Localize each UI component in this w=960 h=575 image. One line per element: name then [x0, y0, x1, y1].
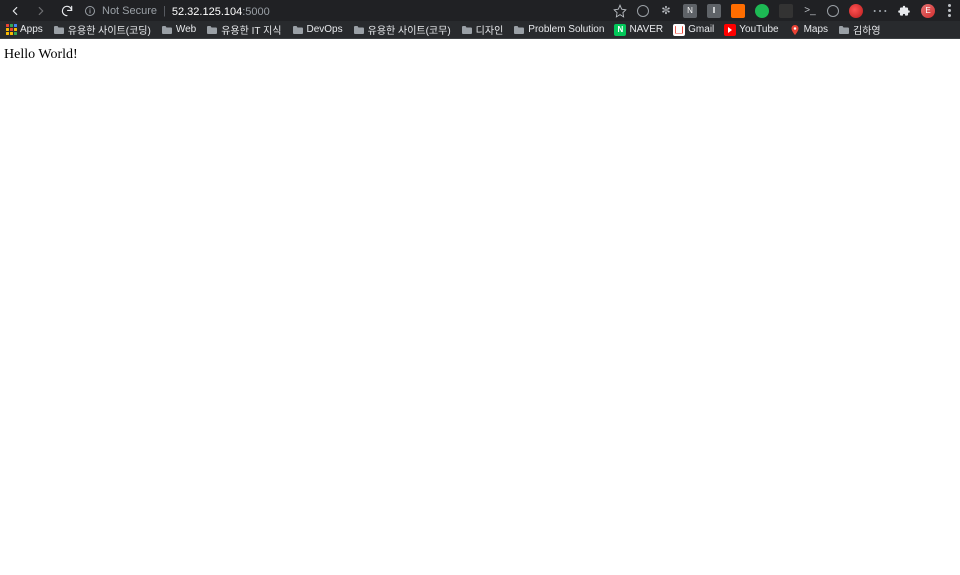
extension-icon[interactable] [827, 5, 839, 17]
folder-icon [513, 25, 525, 35]
folder-icon [353, 25, 365, 35]
security-status: Not Secure [102, 5, 157, 17]
extension-icon[interactable] [779, 4, 793, 18]
forward-button[interactable] [34, 4, 48, 18]
extension-icon[interactable] [731, 4, 745, 18]
bookmark-label: 유용한 IT 지식 [221, 22, 281, 37]
folder-icon [461, 25, 473, 35]
extensions-puzzle-icon[interactable] [897, 4, 911, 18]
folder-icon [206, 25, 218, 35]
url-text: 52.32.125.104:5000 [172, 2, 270, 20]
extension-icon[interactable]: ⋯ [873, 4, 887, 18]
profile-avatar[interactable]: E [921, 4, 935, 18]
reload-button[interactable] [60, 4, 74, 18]
apps-label: Apps [20, 24, 43, 35]
apps-shortcut[interactable]: Apps [6, 24, 43, 35]
bookmark-item[interactable]: DevOps [292, 24, 343, 35]
bookmark-item[interactable]: 유용한 사이트(코무) [353, 22, 451, 37]
url-port: :5000 [242, 6, 270, 18]
bookmark-items: 유용한 사이트(코딩) Web 유용한 IT 지식 DevOps 유용한 사이트(코무)… [53, 22, 881, 37]
folder-icon [161, 25, 173, 35]
bookmark-item[interactable]: 디자인 [461, 22, 504, 37]
site-info-icon[interactable] [84, 5, 96, 17]
extension-icon[interactable]: >_ [803, 4, 817, 18]
bookmark-label: YouTube [739, 24, 778, 35]
bookmark-label: 디자인 [476, 22, 504, 37]
bookmark-item[interactable]: 김하영 [838, 22, 881, 37]
nav-buttons [8, 4, 74, 18]
bookmark-label: DevOps [307, 24, 343, 35]
youtube-icon [724, 24, 736, 36]
bookmark-label: 김하영 [853, 22, 881, 37]
maps-icon [789, 24, 801, 36]
browser-toolbar: Not Secure | 52.32.125.104:5000 ✼ N ‖ >_… [0, 0, 960, 21]
back-button[interactable] [8, 4, 22, 18]
bookmark-star-icon[interactable] [613, 4, 627, 18]
url-divider: | [163, 5, 166, 17]
bookmarks-bar: Apps 유용한 사이트(코딩)Web유용한 IT 지식DevOps유용한 사이… [0, 21, 960, 39]
bookmark-label: Gmail [688, 24, 714, 35]
browser-menu-icon[interactable] [945, 4, 954, 17]
folder-icon [53, 25, 65, 35]
bookmark-item[interactable]: Gmail [673, 24, 714, 36]
extension-icon[interactable]: N [683, 4, 697, 18]
bookmark-item[interactable]: 유용한 IT 지식 [206, 22, 281, 37]
bookmark-item[interactable]: 유용한 사이트(코딩) [53, 22, 151, 37]
extension-icon[interactable]: ‖ [707, 4, 721, 18]
address-bar[interactable]: Not Secure | 52.32.125.104:5000 [84, 2, 603, 20]
page-body-text: Hello World! [4, 47, 78, 62]
naver-icon: N [614, 24, 626, 36]
extension-icon[interactable] [755, 4, 769, 18]
toolbar-right: ✼ N ‖ >_ ⋯ E [613, 4, 954, 18]
url-host: 52.32.125.104 [172, 6, 242, 18]
bookmark-label: 유용한 사이트(코무) [368, 22, 451, 37]
folder-icon [292, 25, 304, 35]
extension-icon[interactable] [849, 4, 863, 18]
bookmark-label: Maps [804, 24, 828, 35]
bookmark-label: Problem Solution [528, 24, 604, 35]
bookmark-label: 유용한 사이트(코딩) [68, 22, 151, 37]
extension-icon[interactable]: ✼ [659, 4, 673, 18]
bookmark-item[interactable]: Maps [789, 24, 828, 36]
apps-grid-icon [6, 24, 17, 35]
bookmark-item[interactable]: NNAVER [614, 24, 663, 36]
page-content: Hello World! [0, 39, 960, 69]
bookmark-item[interactable]: Problem Solution [513, 24, 604, 35]
folder-icon [838, 25, 850, 35]
extension-icon[interactable] [637, 5, 649, 17]
bookmark-label: NAVER [629, 24, 663, 35]
gmail-icon [673, 24, 685, 36]
bookmark-item[interactable]: YouTube [724, 24, 778, 36]
bookmark-label: Web [176, 24, 196, 35]
bookmark-item[interactable]: Web [161, 24, 196, 35]
